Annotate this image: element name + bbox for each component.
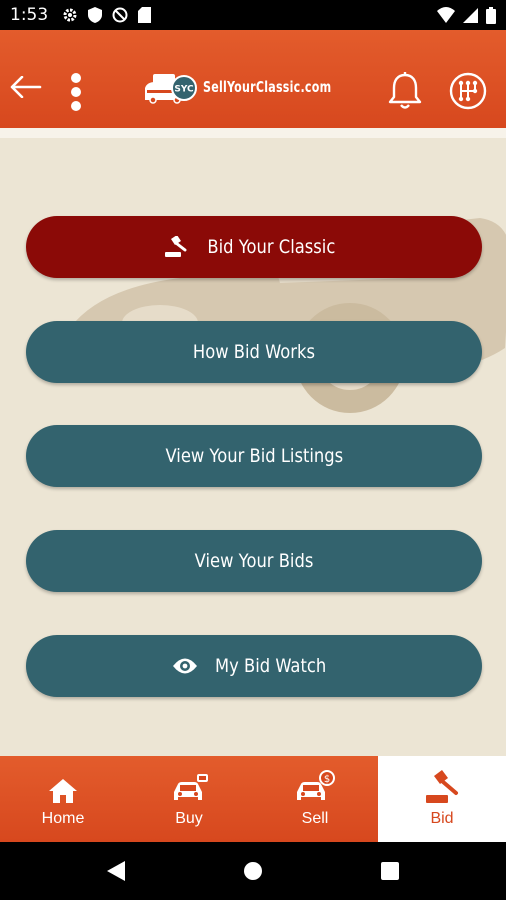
car-buy-icon — [174, 774, 208, 800]
header-divider — [0, 128, 506, 138]
view-bid-listings-label: View Your Bid Listings — [165, 445, 343, 467]
app-logo[interactable]: SYC SellYourClassic.com — [143, 70, 360, 104]
system-navigation-bar — [0, 842, 506, 900]
gear-shift-button[interactable] — [449, 72, 487, 115]
gear-shift-icon — [449, 72, 487, 110]
tab-buy[interactable]: Buy — [126, 756, 252, 842]
how-bid-works-button[interactable]: How Bid Works — [26, 321, 482, 383]
back-triangle-icon[interactable] — [107, 861, 125, 881]
logo-text: SellYourClassic.com — [203, 78, 332, 96]
car-sell-icon: $ — [297, 770, 335, 800]
bottom-navigation: Home Buy $ Sell Bid — [0, 756, 506, 842]
app-header: SYC SellYourClassic.com — [0, 30, 506, 128]
settings-icon — [63, 8, 77, 22]
view-bid-listings-button[interactable]: View Your Bid Listings — [26, 425, 482, 487]
bell-icon — [388, 72, 422, 109]
svg-text:$: $ — [324, 774, 330, 785]
bid-your-classic-label: Bid Your Classic — [207, 236, 335, 258]
bid-your-classic-button[interactable]: Bid Your Classic — [26, 216, 482, 278]
tab-bid[interactable]: Bid — [378, 756, 506, 842]
my-bid-watch-label: My Bid Watch — [215, 655, 327, 677]
eye-icon — [173, 658, 198, 674]
back-button[interactable] — [10, 75, 42, 103]
tab-bid-label: Bid — [430, 810, 454, 827]
tab-sell-label: Sell — [301, 810, 329, 827]
shield-icon — [88, 7, 103, 23]
bid-menu-content: Bid Your Classic How Bid Works View Your… — [0, 138, 506, 756]
tab-sell[interactable]: $ Sell — [252, 756, 378, 842]
how-bid-works-label: How Bid Works — [192, 341, 316, 363]
notifications-button[interactable] — [388, 72, 422, 115]
status-bar: 1:53 — [0, 0, 506, 30]
battery-icon — [486, 6, 496, 24]
recents-square-icon[interactable] — [381, 862, 399, 880]
status-time: 1:53 — [10, 5, 49, 25]
tab-buy-label: Buy — [175, 810, 203, 827]
tab-home[interactable]: Home — [0, 756, 126, 842]
gavel-icon — [164, 236, 187, 257]
arrow-left-icon — [10, 75, 42, 99]
sd-card-icon — [138, 7, 152, 23]
do-not-disturb-icon — [112, 7, 128, 23]
signal-icon — [463, 7, 478, 23]
view-your-bids-label: View Your Bids — [194, 550, 314, 572]
home-icon — [49, 779, 77, 803]
wifi-icon — [437, 7, 455, 23]
more-vertical-icon — [71, 73, 81, 111]
classic-car-logo-icon: SYC — [145, 74, 197, 104]
tab-home-label: Home — [41, 810, 85, 827]
home-circle-icon[interactable] — [243, 861, 263, 881]
overflow-menu-button[interactable] — [70, 72, 82, 117]
my-bid-watch-button[interactable]: My Bid Watch — [26, 635, 482, 697]
gavel-icon — [426, 770, 458, 803]
status-notification-icons — [62, 7, 152, 23]
logo-badge-text: SYC — [174, 85, 194, 95]
view-your-bids-button[interactable]: View Your Bids — [26, 530, 482, 592]
